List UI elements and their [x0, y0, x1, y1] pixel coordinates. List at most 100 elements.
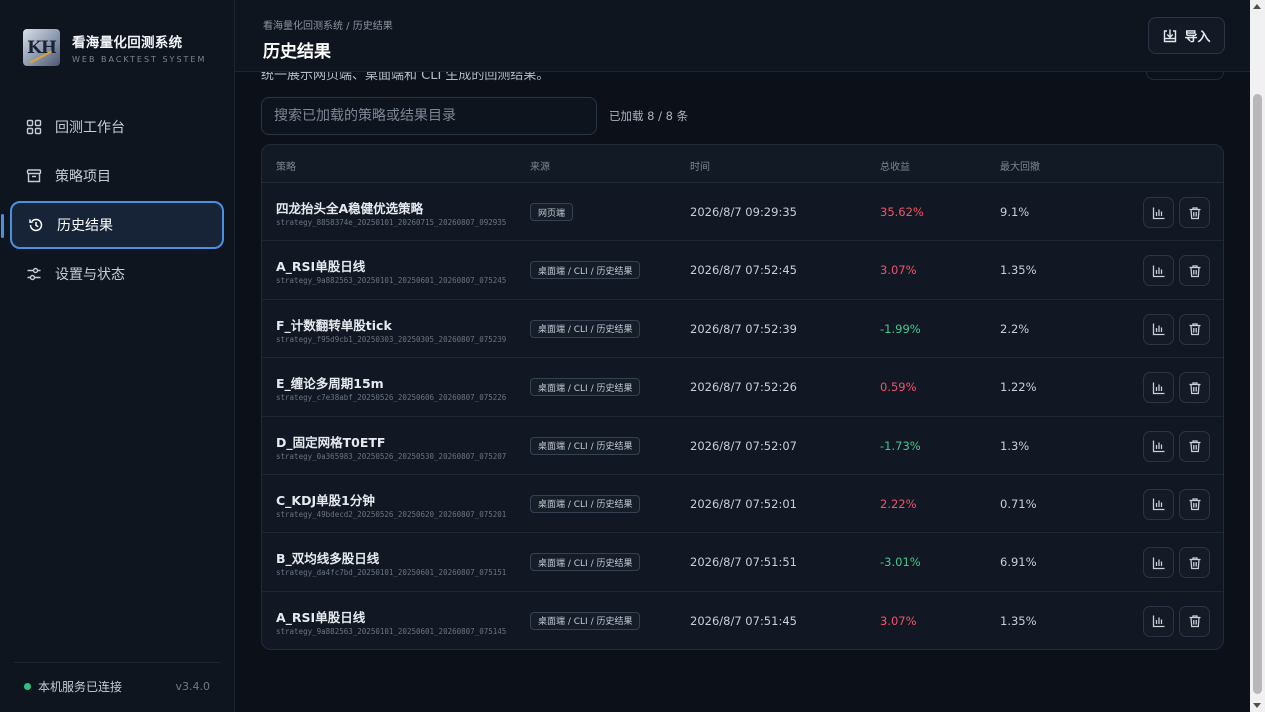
result-time: 2026/8/7 07:51:51: [690, 555, 797, 570]
strategy-name[interactable]: C_KDJ单股1分钟: [276, 490, 375, 509]
sidebar-item-projects[interactable]: 策略项目: [10, 152, 224, 200]
source-badge: 网页端: [530, 203, 574, 221]
table-body: 四龙抬头全A稳健优选策略 strategy_8858374e_20250101_2…: [262, 183, 1223, 649]
strategy-name[interactable]: 四龙抬头全A稳健优选策略: [276, 198, 423, 217]
delete-button[interactable]: [1179, 197, 1210, 228]
sidebar-item-label: 设置与状态: [55, 267, 125, 283]
scroll-up-arrow-icon[interactable]: [1253, 4, 1261, 9]
bar-chart-icon: [1152, 206, 1166, 220]
result-time: 2026/8/7 07:51:45: [690, 613, 797, 628]
brand-subtitle: WEB BACKTEST SYSTEM: [72, 55, 207, 64]
table-row[interactable]: A_RSI单股日线 strategy_9a882563_20250101_2025…: [262, 592, 1223, 649]
import-icon: [1164, 29, 1177, 42]
view-chart-button[interactable]: [1143, 197, 1174, 228]
bar-chart-icon: [1152, 381, 1166, 395]
result-time: 2026/8/7 09:29:35: [690, 205, 797, 219]
table-row[interactable]: A_RSI单股日线 strategy_9a882563_20250101_2025…: [262, 241, 1223, 300]
strategy-name[interactable]: D_固定网格T0ETF: [276, 432, 385, 451]
total-return: -3.01%: [880, 555, 921, 570]
sidebar-item-label: 策略项目: [55, 169, 111, 185]
view-chart-button[interactable]: [1143, 547, 1174, 579]
result-directory: strategy_0a365983_20250526_20250530_2026…: [276, 451, 507, 461]
dashboard-icon: [25, 118, 43, 136]
brand[interactable]: KH 看海量化回测系统 WEB BACKTEST SYSTEM: [23, 29, 206, 66]
column-header-return: 总收益: [880, 162, 910, 173]
source-badge: 桌面端 / CLI / 历史结果: [530, 611, 641, 630]
delete-button[interactable]: [1179, 372, 1210, 404]
view-chart-button[interactable]: [1143, 488, 1174, 520]
table-row[interactable]: D_固定网格T0ETF strategy_0a365983_20250526_20…: [262, 417, 1223, 475]
max-drawdown: 1.35%: [1000, 613, 1037, 628]
table-header: 策略 来源 时间 总收益 最大回撤: [262, 145, 1223, 183]
delete-button[interactable]: [1179, 255, 1210, 287]
result-directory: strategy_c7e38abf_20250526_20250606_2026…: [276, 393, 507, 403]
sidebar-item-label: 回测工作台: [55, 120, 125, 136]
search-input[interactable]: [261, 97, 597, 135]
max-drawdown: 1.22%: [1000, 380, 1037, 395]
page-title: 历史结果: [263, 42, 331, 62]
max-drawdown: 0.71%: [1000, 496, 1037, 511]
import-label: 导入: [1184, 30, 1211, 45]
delete-button[interactable]: [1179, 313, 1210, 345]
max-drawdown: 1.35%: [1000, 263, 1037, 278]
view-chart-button[interactable]: [1143, 605, 1174, 637]
result-time: 2026/8/7 07:52:26: [690, 380, 797, 395]
delete-button[interactable]: [1179, 430, 1210, 462]
history-icon: [27, 216, 45, 234]
view-chart-button[interactable]: [1143, 430, 1174, 462]
strategy-name[interactable]: A_RSI单股日线: [276, 607, 365, 626]
sidebar-item-workbench[interactable]: 回测工作台: [10, 103, 224, 151]
column-header-strategy: 策略: [276, 162, 296, 173]
result-time: 2026/8/7 07:52:07: [690, 438, 797, 453]
trash-icon: [1188, 614, 1202, 628]
page-scrollbar[interactable]: [1250, 0, 1265, 712]
sidebar-item-settings[interactable]: 设置与状态: [10, 250, 224, 298]
result-time: 2026/8/7 07:52:01: [690, 496, 797, 511]
results-table: 策略 来源 时间 总收益 最大回撤 四龙抬头全A稳健优选策略 strategy_8…: [261, 144, 1224, 650]
sidebar-item-label: 历史结果: [57, 218, 113, 234]
trash-icon: [1188, 381, 1202, 395]
scroll-down-arrow-icon[interactable]: [1253, 703, 1261, 708]
view-chart-button[interactable]: [1143, 372, 1174, 404]
delete-button[interactable]: [1179, 605, 1210, 637]
result-time: 2026/8/7 07:52:39: [690, 321, 797, 336]
import-button[interactable]: 导入: [1148, 17, 1225, 54]
delete-button[interactable]: [1179, 488, 1210, 520]
strategy-name[interactable]: A_RSI单股日线: [276, 256, 365, 275]
total-return: 0.59%: [880, 380, 917, 395]
source-badge: 桌面端 / CLI / 历史结果: [530, 378, 641, 397]
result-time: 2026/8/7 07:52:45: [690, 263, 797, 278]
service-status: 本机服务已连接: [38, 680, 123, 694]
delete-button[interactable]: [1179, 547, 1210, 579]
table-row[interactable]: E_缠论多周期15m strategy_c7e38abf_20250526_202…: [262, 358, 1223, 417]
total-return: 2.22%: [880, 496, 917, 511]
sidebar-item-history[interactable]: 历史结果: [1, 201, 224, 249]
result-directory: strategy_8858374e_20250101_20260715_2026…: [276, 218, 507, 227]
bar-chart-icon: [1152, 264, 1166, 278]
table-row[interactable]: B_双均线多股日线 strategy_da4fc7bd_20250101_2025…: [262, 533, 1223, 592]
source-badge: 桌面端 / CLI / 历史结果: [530, 553, 641, 572]
scrollbar-thumb[interactable]: [1253, 94, 1262, 694]
version-label: v3.4.0: [175, 680, 211, 693]
strategy-name[interactable]: E_缠论多周期15m: [276, 373, 384, 392]
strategy-name[interactable]: F_计数翻转单股tick: [276, 315, 392, 334]
column-header-time: 时间: [690, 162, 710, 173]
max-drawdown: 2.2%: [1000, 321, 1030, 336]
table-row[interactable]: F_计数翻转单股tick strategy_f95d9cb1_20250303_2…: [262, 300, 1223, 359]
max-drawdown: 1.3%: [1000, 438, 1030, 453]
bar-chart-icon: [1152, 497, 1166, 511]
brand-title: 看海量化回测系统: [72, 35, 183, 51]
source-badge: 桌面端 / CLI / 历史结果: [530, 494, 641, 513]
table-row[interactable]: C_KDJ单股1分钟 strategy_49bdecd2_20250526_202…: [262, 475, 1223, 534]
table-row[interactable]: 四龙抬头全A稳健优选策略 strategy_8858374e_20250101_2…: [262, 183, 1223, 242]
breadcrumb[interactable]: 看海量化回测系统 / 历史结果: [263, 17, 393, 32]
view-chart-button[interactable]: [1143, 255, 1174, 287]
sidebar-footer: 本机服务已连接 v3.4.0: [14, 662, 220, 695]
archive-icon: [25, 167, 43, 185]
trash-icon: [1188, 264, 1202, 278]
view-chart-button[interactable]: [1143, 313, 1174, 345]
total-return: 3.07%: [880, 613, 917, 628]
bar-chart-icon: [1152, 614, 1166, 628]
logo-text: KH: [27, 37, 57, 58]
strategy-name[interactable]: B_双均线多股日线: [276, 548, 379, 567]
